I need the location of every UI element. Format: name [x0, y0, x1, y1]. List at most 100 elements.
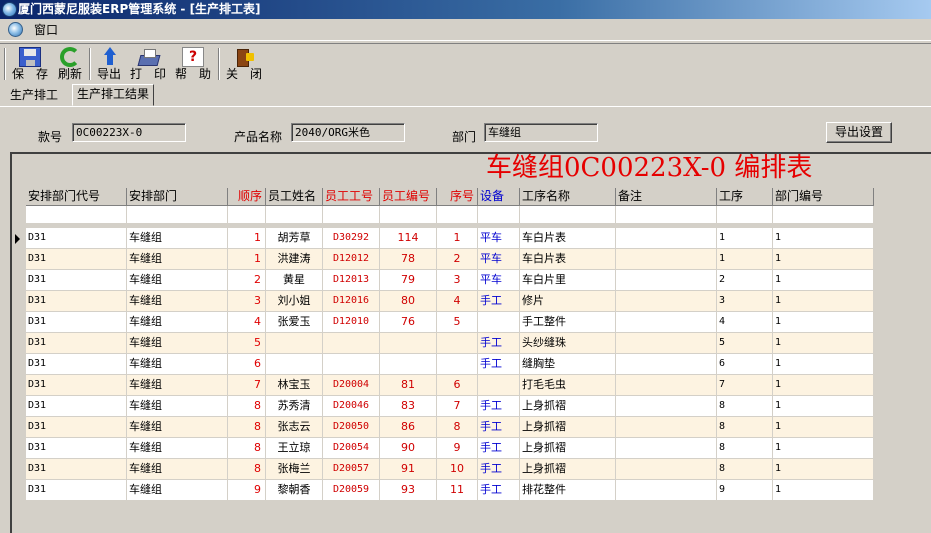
- filter-cell[interactable]: [323, 206, 380, 224]
- filter-cell[interactable]: [380, 206, 437, 224]
- cell-employee-no[interactable]: [380, 354, 437, 375]
- cell-device[interactable]: 手工: [478, 291, 520, 312]
- cell-order[interactable]: 8: [228, 459, 266, 480]
- table-row[interactable]: D31 车缝组 1 洪建涛 D12012 78 2 平车 车白片表 1 1: [26, 249, 874, 270]
- cell-employee-no[interactable]: 90: [380, 438, 437, 459]
- cell-order[interactable]: 2: [228, 270, 266, 291]
- cell-seq[interactable]: 8: [437, 417, 478, 438]
- refresh-button[interactable]: 刷新: [56, 47, 84, 83]
- cell-remark[interactable]: [616, 249, 717, 270]
- cell-dept[interactable]: 车缝组: [127, 312, 228, 333]
- col-header-dept-no[interactable]: 部门编号: [773, 188, 874, 206]
- cell-seq[interactable]: [437, 333, 478, 354]
- cell-employee-name[interactable]: 张爱玉: [266, 312, 323, 333]
- filter-cell[interactable]: [228, 206, 266, 224]
- cell-seq[interactable]: 1: [437, 228, 478, 249]
- cell-employee-id[interactable]: [323, 354, 380, 375]
- cell-process-name[interactable]: 车白片表: [520, 228, 616, 249]
- cell-dept[interactable]: 车缝组: [127, 459, 228, 480]
- cell-dept[interactable]: 车缝组: [127, 249, 228, 270]
- cell-employee-id[interactable]: D12012: [323, 249, 380, 270]
- cell-order[interactable]: 6: [228, 354, 266, 375]
- cell-process[interactable]: 5: [717, 333, 773, 354]
- cell-employee-no[interactable]: 80: [380, 291, 437, 312]
- cell-dept[interactable]: 车缝组: [127, 480, 228, 501]
- cell-employee-name[interactable]: 刘小姐: [266, 291, 323, 312]
- cell-employee-id[interactable]: [323, 333, 380, 354]
- cell-remark[interactable]: [616, 312, 717, 333]
- col-header-order[interactable]: 顺序: [228, 188, 266, 206]
- cell-dept-no[interactable]: 1: [773, 249, 874, 270]
- cell-dept-code[interactable]: D31: [26, 459, 127, 480]
- cell-dept[interactable]: 车缝组: [127, 354, 228, 375]
- cell-employee-name[interactable]: 洪建涛: [266, 249, 323, 270]
- table-row[interactable]: D31 车缝组 8 张梅兰 D20057 91 10 手工 上身抓褶 8 1: [26, 459, 874, 480]
- cell-employee-no[interactable]: 93: [380, 480, 437, 501]
- cell-dept-no[interactable]: 1: [773, 438, 874, 459]
- col-header-process[interactable]: 工序: [717, 188, 773, 206]
- cell-dept-code[interactable]: D31: [26, 312, 127, 333]
- cell-device[interactable]: [478, 375, 520, 396]
- cell-dept-code[interactable]: D31: [26, 228, 127, 249]
- cell-dept-no[interactable]: 1: [773, 333, 874, 354]
- cell-employee-name[interactable]: 王立琼: [266, 438, 323, 459]
- cell-remark[interactable]: [616, 333, 717, 354]
- cell-employee-no[interactable]: 76: [380, 312, 437, 333]
- cell-device[interactable]: 平车: [478, 228, 520, 249]
- table-row[interactable]: D31 车缝组 5 手工 头纱缝珠 5 1: [26, 333, 874, 354]
- filter-cell[interactable]: [266, 206, 323, 224]
- cell-device[interactable]: 手工: [478, 333, 520, 354]
- cell-employee-name[interactable]: 胡芳草: [266, 228, 323, 249]
- cell-order[interactable]: 8: [228, 417, 266, 438]
- col-header-remark[interactable]: 备注: [616, 188, 717, 206]
- cell-process[interactable]: 4: [717, 312, 773, 333]
- table-row[interactable]: D31 车缝组 3 刘小姐 D12016 80 4 手工 修片 3 1: [26, 291, 874, 312]
- close-button[interactable]: 关 闭: [224, 47, 264, 83]
- cell-process-name[interactable]: 头纱缝珠: [520, 333, 616, 354]
- cell-seq[interactable]: 6: [437, 375, 478, 396]
- cell-process[interactable]: 2: [717, 270, 773, 291]
- cell-employee-no[interactable]: 81: [380, 375, 437, 396]
- cell-dept-no[interactable]: 1: [773, 312, 874, 333]
- table-row[interactable]: D31 车缝组 2 黄星 D12013 79 3 平车 车白片里 2 1: [26, 270, 874, 291]
- tab-scheduling-result[interactable]: 生产排工结果: [72, 84, 155, 106]
- cell-seq[interactable]: 2: [437, 249, 478, 270]
- cell-dept-no[interactable]: 1: [773, 291, 874, 312]
- cell-dept[interactable]: 车缝组: [127, 438, 228, 459]
- cell-dept-no[interactable]: 1: [773, 270, 874, 291]
- cell-device[interactable]: 平车: [478, 270, 520, 291]
- cell-remark[interactable]: [616, 480, 717, 501]
- cell-process[interactable]: 8: [717, 396, 773, 417]
- cell-dept[interactable]: 车缝组: [127, 396, 228, 417]
- filter-cell[interactable]: [520, 206, 616, 224]
- tab-production-scheduling[interactable]: 生产排工: [6, 86, 62, 106]
- table-row[interactable]: D31 车缝组 9 黎朝香 D20059 93 11 手工 排花整件 9 1: [26, 480, 874, 501]
- cell-process[interactable]: 9: [717, 480, 773, 501]
- cell-employee-no[interactable]: 83: [380, 396, 437, 417]
- cell-employee-id[interactable]: D12016: [323, 291, 380, 312]
- col-header-dept-code[interactable]: 安排部门代号: [26, 188, 127, 206]
- cell-dept-no[interactable]: 1: [773, 228, 874, 249]
- table-row[interactable]: D31 车缝组 8 张志云 D20050 86 8 手工 上身抓褶 8 1: [26, 417, 874, 438]
- filter-cell[interactable]: [127, 206, 228, 224]
- col-header-employee-no[interactable]: 员工编号: [380, 188, 437, 206]
- export-settings-button[interactable]: 导出设置: [826, 122, 892, 143]
- table-row[interactable]: D31 车缝组 6 手工 缝胸垫 6 1: [26, 354, 874, 375]
- cell-device[interactable]: 手工: [478, 354, 520, 375]
- cell-process[interactable]: 1: [717, 249, 773, 270]
- cell-dept[interactable]: 车缝组: [127, 333, 228, 354]
- cell-employee-name[interactable]: 黎朝香: [266, 480, 323, 501]
- cell-dept-no[interactable]: 1: [773, 459, 874, 480]
- col-header-employee-id[interactable]: 员工工号: [323, 188, 380, 206]
- cell-dept-code[interactable]: D31: [26, 438, 127, 459]
- cell-dept[interactable]: 车缝组: [127, 270, 228, 291]
- table-row[interactable]: D31 车缝组 8 王立琼 D20054 90 9 手工 上身抓褶 8 1: [26, 438, 874, 459]
- cell-dept-code[interactable]: D31: [26, 354, 127, 375]
- cell-dept-no[interactable]: 1: [773, 417, 874, 438]
- cell-employee-name[interactable]: 黄星: [266, 270, 323, 291]
- cell-device[interactable]: 手工: [478, 480, 520, 501]
- cell-process[interactable]: 1: [717, 228, 773, 249]
- cell-employee-id[interactable]: D20046: [323, 396, 380, 417]
- col-header-seq[interactable]: 序号: [437, 188, 478, 206]
- cell-seq[interactable]: 9: [437, 438, 478, 459]
